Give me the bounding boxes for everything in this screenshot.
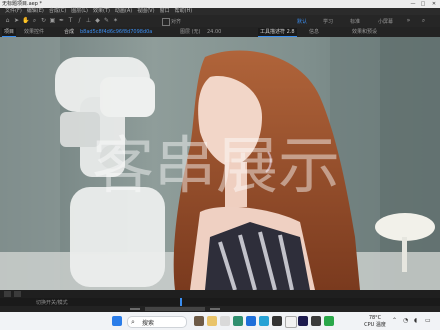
workspace-default[interactable]: 默认 [297,18,307,25]
magnification-icon[interactable] [4,291,11,297]
zoom-out-icon[interactable] [130,308,140,310]
watermark-text: 客串展示 [92,129,340,202]
menu-window[interactable]: 窗口 [160,8,170,14]
tab-tool-descriptor[interactable]: 工具描述符 2.8 [258,28,297,37]
brush-tool-icon[interactable]: / [76,17,83,24]
composition-name[interactable]: b8ad5c8f4d6c96f8d7098d0a [78,28,154,36]
search-help-icon[interactable]: ⌕ [420,17,427,24]
menu-help[interactable]: 帮助(H) [175,8,193,14]
app-icon-8[interactable] [285,316,297,328]
tab-project[interactable]: 项目 [2,28,17,37]
menu-effect[interactable]: 效果(T) [93,8,110,14]
tab-composition[interactable]: 合成 [62,28,76,36]
battery-icon[interactable]: ▭ [425,317,431,324]
timeline-bar: 切换开关/模式 [0,298,440,306]
menu-file[interactable]: 文件(F) [5,8,22,14]
eraser-tool-icon[interactable]: ◆ [94,17,101,24]
zoom-tool-icon[interactable]: ⌕ [31,17,38,24]
wifi-icon[interactable]: ◔ [403,317,408,324]
composition-viewer[interactable]: 客串展示 [0,37,440,290]
workspace-standard[interactable]: 标准 [350,18,360,25]
wechat-icon[interactable] [324,316,334,326]
volume-icon[interactable]: ◖ [414,317,417,324]
zoom-slider[interactable] [145,307,205,311]
search-icon: ⌕ [131,318,135,326]
video-frame: 客串展示 [0,37,440,290]
file-explorer-icon[interactable] [207,316,217,326]
tab-effect-controls[interactable]: 效果控件 [22,28,46,36]
roto-tool-icon[interactable]: ✎ [103,17,110,24]
clone-tool-icon[interactable]: ⊥ [85,17,92,24]
after-effects-icon[interactable] [298,316,308,326]
more-icon[interactable]: » [405,17,412,24]
tab-info[interactable]: 信息 [307,28,321,36]
browser-icon[interactable] [246,316,256,326]
edge-icon[interactable] [259,316,269,326]
toolbar: ⌂ ➤ ✋ ⌕ ↻ ▣ ✒ T / ⊥ ◆ ✎ ✶ 对齐 默认 学习 标准 小屏… [0,15,440,27]
tab-layer[interactable]: 图层 (无) [178,28,203,36]
menu-edit[interactable]: 编辑(E) [27,8,44,14]
hand-tool-icon[interactable]: ✋ [22,17,29,24]
panel-tabs-row: 项目 效果控件 合成 b8ad5c8f4d6c96f8d7098d0a 图层 (… [0,27,440,37]
taskbar: ⌕ 搜索 78°C CPU 温度 ⌃ ◔ ◖ ▭ [0,312,440,330]
menu-bar: 文件(F) 编辑(E) 合成(C) 图层(L) 效果(T) 动画(A) 视图(V) 窗口 帮助(… [0,8,440,15]
app-icon-7[interactable] [272,316,282,326]
text-tool-icon[interactable]: T [67,17,74,24]
snap-checkbox[interactable] [162,18,170,26]
workspace-learn[interactable]: 学习 [323,18,333,25]
toggle-switches-label[interactable]: 切换开关/模式 [36,299,68,306]
playhead[interactable] [180,298,182,306]
maximize-button[interactable]: □ [418,0,428,8]
app-icon-10[interactable] [311,316,321,326]
viewer-controls-bar [0,290,440,298]
workspace-small-screen[interactable]: 小屏幕 [378,18,393,25]
app-icon-3[interactable] [220,316,230,326]
snap-label: 对齐 [171,19,182,25]
resolution-icon[interactable] [14,291,21,297]
start-icon[interactable] [112,316,122,326]
menu-view[interactable]: 视图(V) [137,8,154,14]
camera-tool-icon[interactable]: ▣ [49,17,56,24]
minimize-button[interactable]: — [408,0,418,8]
close-button[interactable]: ✕ [429,0,439,8]
zoom-in-icon[interactable] [210,308,220,310]
menu-layer[interactable]: 图层(L) [71,8,88,14]
window-title: 无标题项目.aep * [2,1,42,7]
rotate-tool-icon[interactable]: ↻ [40,17,47,24]
tray-chevron-icon[interactable]: ⌃ [392,317,397,324]
fps-readout: 24.00 [207,29,222,35]
tab-effects-presets[interactable]: 效果和预设 [350,28,379,36]
pen-tool-icon[interactable]: ✒ [58,17,65,24]
cpu-temp-label: CPU 温度 [364,322,386,328]
search-placeholder: 搜索 [142,320,155,327]
app-icon-4[interactable] [233,316,243,326]
home-icon[interactable]: ⌂ [4,17,11,24]
menu-composition[interactable]: 合成(C) [49,8,66,14]
puppet-tool-icon[interactable]: ✶ [112,17,119,24]
cpu-temp: 78°C CPU 温度 [364,315,386,328]
app-icon-1[interactable] [194,316,204,326]
menu-animation[interactable]: 动画(A) [115,8,132,14]
selection-tool-icon[interactable]: ➤ [13,17,20,24]
search-box[interactable]: ⌕ 搜索 [127,316,187,328]
title-bar: 无标题项目.aep * — □ ✕ [0,0,440,8]
